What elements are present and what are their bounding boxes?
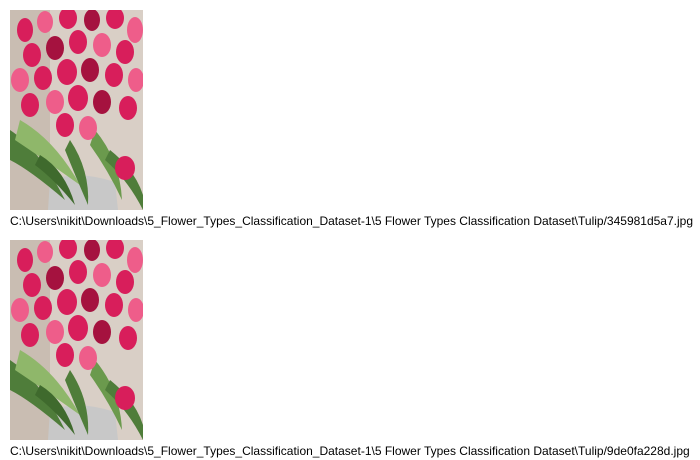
- tulip-photo-graphic: [10, 10, 143, 210]
- tulip-image: [10, 240, 143, 440]
- tulip-photo-graphic: [10, 240, 143, 440]
- tulip-image: [10, 10, 143, 210]
- file-path-label: C:\Users\nikit\Downloads\5_Flower_Types_…: [10, 444, 690, 458]
- image-entry: C:\Users\nikit\Downloads\5_Flower_Types_…: [10, 10, 700, 228]
- image-entry: C:\Users\nikit\Downloads\5_Flower_Types_…: [10, 240, 700, 458]
- file-path-label: C:\Users\nikit\Downloads\5_Flower_Types_…: [10, 214, 694, 228]
